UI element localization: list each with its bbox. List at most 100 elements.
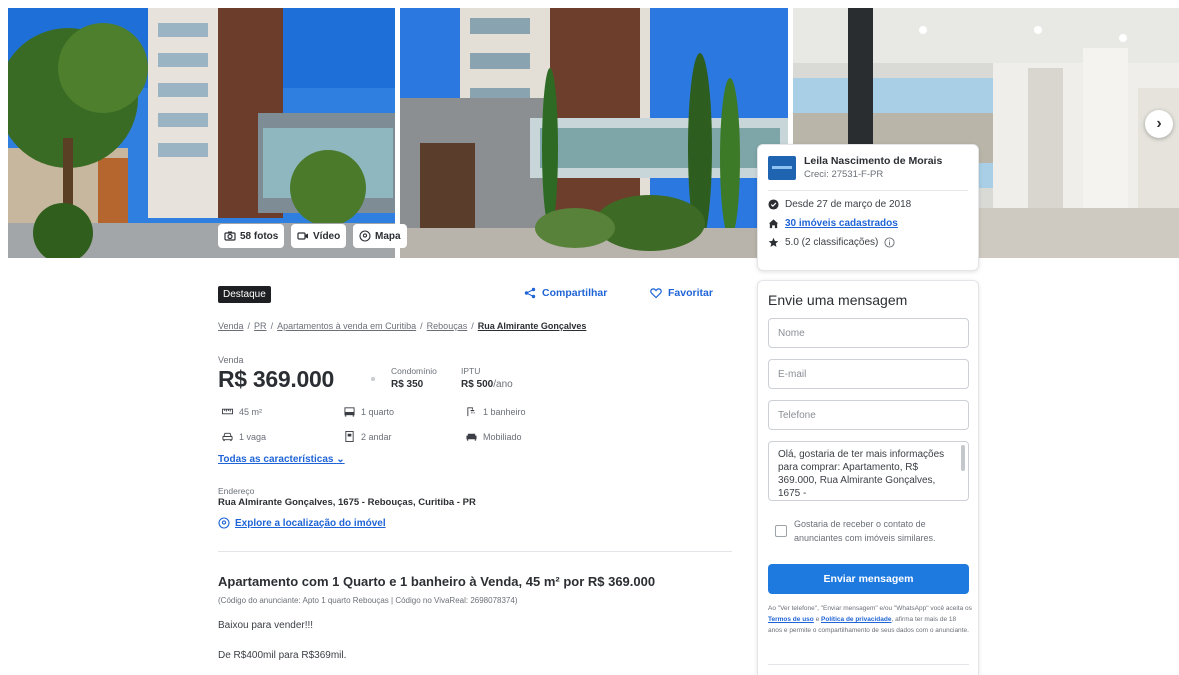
favorite-label: Favoritar (668, 287, 713, 299)
shower-icon (467, 407, 475, 417)
verified-badge-icon (768, 199, 779, 210)
breadcrumb-street[interactable]: Rua Almirante Gonçalves (478, 321, 587, 331)
breadcrumb-separator: / (471, 321, 474, 331)
map-label: Mapa (375, 230, 401, 242)
description-line-2: De R$400mil para R$369mil. (218, 650, 347, 661)
condo-value: R$ 350 (391, 379, 424, 390)
breadcrumb-separator: / (270, 321, 274, 331)
iptu-unit: /ano (493, 379, 513, 390)
terms-link[interactable]: Termos de uso (768, 616, 814, 623)
feature-rooms-text: 1 quarto (361, 406, 395, 417)
privacy-link[interactable]: Política de privacidade (821, 616, 891, 623)
iptu-label: IPTU (461, 366, 481, 376)
agent-rating: 5.0 (2 classificações) (768, 237, 968, 248)
iptu-value: R$ 500/ano (461, 379, 513, 390)
agent-header: Leila Nascimento de Morais Creci: 27531-… (768, 155, 968, 191)
sale-price: R$ 369.000 (218, 366, 334, 392)
agent-card: Leila Nascimento de Morais Creci: 27531-… (757, 144, 979, 271)
contact-form: Envie uma mensagem Olá, gostaria de ter … (757, 280, 979, 675)
photos-count-button[interactable]: 58 fotos (218, 224, 285, 248)
legal-text-2: e (815, 616, 820, 623)
name-input[interactable] (768, 318, 969, 348)
address-value: Rua Almirante Gonçalves, 1675 - Rebouças… (218, 497, 476, 508)
breadcrumb-separator: / (420, 321, 423, 331)
feature-furnished-text: Mobiliado (483, 431, 522, 442)
form-divider (768, 664, 969, 665)
camera-icon (224, 231, 236, 241)
agent-creci: Creci: 27531-F-PR (804, 169, 884, 180)
car-icon (222, 432, 233, 442)
feature-bath: 1 banheiro (466, 406, 526, 417)
video-button[interactable]: Vídeo (291, 224, 347, 248)
gallery-photo-building-entrance[interactable] (400, 8, 788, 258)
house-icon (768, 219, 779, 229)
bed-icon (344, 407, 355, 417)
photos-count-label: 58 fotos (240, 230, 279, 242)
breadcrumb-city[interactable]: Apartamentos à venda em Curitiba (277, 321, 416, 331)
feature-area-text: 45 m² (239, 406, 263, 417)
email-input[interactable] (768, 359, 969, 389)
all-features-link[interactable]: Todas as características ⌄ (218, 454, 345, 465)
feature-rooms: 1 quarto (344, 406, 394, 417)
info-icon[interactable] (884, 237, 895, 248)
share-button[interactable]: Compartilhar (524, 287, 607, 299)
message-text: Olá, gostaria de ter mais informações pa… (778, 449, 945, 499)
listing-code: (Código do anunciante: Apto 1 quarto Reb… (218, 596, 518, 605)
favorite-button[interactable]: Favoritar (650, 287, 713, 299)
agent-name[interactable]: Leila Nascimento de Morais (804, 155, 942, 167)
listing-title: Apartamento com 1 Quarto e 1 banheiro à … (218, 574, 656, 589)
feature-floor-text: 2 andar (361, 431, 392, 442)
gallery-next-button[interactable]: › (1145, 110, 1173, 138)
heart-icon (650, 288, 662, 299)
share-label: Compartilhar (542, 287, 608, 299)
agent-since-text: Desde 27 de março de 2018 (785, 199, 912, 210)
agent-since: Desde 27 de março de 2018 (768, 199, 968, 210)
feature-bath-text: 1 banheiro (483, 406, 526, 417)
breadcrumb: Venda / PR / Apartamentos à venda em Cur… (218, 321, 586, 331)
legal-notice: Ao "Ver telefone", "Enviar mensagem" e/o… (768, 603, 972, 636)
address-label: Endereço (218, 486, 255, 496)
section-divider (218, 551, 732, 552)
message-scrollbar[interactable] (961, 445, 965, 471)
all-features-label: Todas as características (218, 454, 334, 465)
map-button[interactable]: Mapa (353, 224, 407, 248)
price-separator-dot (371, 377, 375, 381)
breadcrumb-state[interactable]: PR (254, 321, 267, 331)
chevron-down-icon: ⌄ (336, 454, 345, 465)
sofa-icon (466, 433, 477, 441)
star-icon (768, 237, 779, 247)
feature-parking-text: 1 vaga (239, 431, 267, 442)
explore-location-label: Explore a localização do imóvel (235, 517, 386, 529)
breadcrumb-venda[interactable]: Venda (218, 321, 244, 331)
ruler-icon (222, 408, 233, 415)
agent-rating-text: 5.0 (2 classificações) (785, 237, 879, 248)
video-icon (297, 232, 308, 240)
condo-label: Condomínio (391, 366, 437, 376)
similar-listings-label: Gostaria de receber o contato de anuncia… (794, 519, 936, 543)
explore-location-link[interactable]: Explore a localização do imóvel (218, 517, 386, 529)
send-message-button[interactable]: Enviar mensagem (768, 564, 969, 594)
legal-text-1: Ao "Ver telefone", "Enviar mensagem" e/o… (768, 605, 972, 612)
phone-input[interactable] (768, 400, 969, 430)
featured-badge: Destaque (218, 286, 271, 303)
feature-floor: 2 andar (344, 431, 392, 442)
breadcrumb-separator: / (247, 321, 251, 331)
form-title: Envie uma mensagem (768, 292, 908, 308)
iptu-amount: R$ 500 (461, 379, 494, 390)
location-pin-icon (218, 517, 230, 529)
breadcrumb-neighborhood[interactable]: Rebouças (427, 321, 468, 331)
agent-logo[interactable] (768, 155, 796, 180)
agent-listings-link[interactable]: 30 imóveis cadastrados (785, 218, 898, 229)
share-icon (524, 287, 536, 299)
chevron-right-icon: › (1156, 115, 1162, 132)
feature-furnished: Mobiliado (466, 431, 522, 442)
agent-listings: 30 imóveis cadastrados (768, 218, 968, 229)
price-type-label: Venda (218, 355, 244, 365)
description-line-1: Baixou para vender!!! (218, 620, 314, 631)
video-label: Vídeo (313, 230, 341, 242)
similar-listings-checkbox[interactable] (775, 525, 787, 537)
message-textarea[interactable]: Olá, gostaria de ter mais informações pa… (768, 441, 969, 501)
feature-area: 45 m² (222, 406, 262, 417)
feature-parking: 1 vaga (222, 431, 266, 442)
gallery-photo-building-front[interactable] (8, 8, 395, 258)
